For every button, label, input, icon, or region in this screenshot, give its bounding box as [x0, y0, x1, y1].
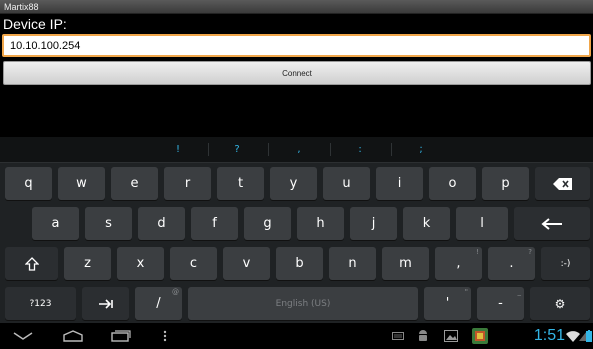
key-j[interactable]: j: [350, 207, 397, 240]
key-y[interactable]: y: [270, 167, 317, 200]
key-period-label: .: [509, 256, 514, 271]
key-slash-hint: @: [172, 288, 179, 296]
key-h[interactable]: h: [297, 207, 344, 240]
key-comma[interactable]: , !: [435, 247, 482, 280]
key-apostrophe-label: ': [445, 296, 450, 311]
recent-apps-icon: [111, 330, 131, 342]
home-button[interactable]: [58, 323, 88, 349]
chevron-down-icon: [13, 332, 33, 340]
gallery-notification-icon: [442, 323, 460, 349]
menu-button[interactable]: [157, 323, 173, 349]
wifi-icon: [566, 323, 580, 349]
key-v[interactable]: v: [223, 247, 270, 280]
key-d[interactable]: d: [138, 207, 185, 240]
key-apostrophe[interactable]: ' ": [424, 287, 471, 320]
home-icon: [63, 330, 83, 342]
key-p[interactable]: p: [482, 167, 529, 200]
status-clock: 1:51: [533, 327, 565, 344]
enter-key[interactable]: [514, 207, 590, 240]
keyboard-settings-key[interactable]: ⚙: [530, 287, 590, 320]
suggestion-divider: [391, 143, 392, 156]
suggestion-divider: [330, 143, 331, 156]
smiley-key[interactable]: :-): [541, 247, 590, 280]
key-i[interactable]: i: [376, 167, 423, 200]
shift-arrow-icon: [24, 256, 39, 271]
key-f[interactable]: f: [191, 207, 238, 240]
key-comma-label: ,: [456, 256, 461, 271]
app-notification-icon: [469, 323, 491, 349]
suggestion-semicolon[interactable]: ;: [401, 137, 441, 162]
suggestion-colon[interactable]: :: [340, 137, 380, 162]
symbols-key[interactable]: ?123: [5, 287, 76, 320]
key-period[interactable]: . ?: [488, 247, 535, 280]
key-b[interactable]: b: [276, 247, 323, 280]
key-t[interactable]: t: [217, 167, 264, 200]
key-dash-label: -: [498, 296, 503, 311]
key-apostrophe-hint: ": [464, 288, 468, 296]
key-k[interactable]: k: [403, 207, 450, 240]
key-l[interactable]: l: [456, 207, 508, 240]
suggestion-divider: [208, 143, 209, 156]
key-e[interactable]: e: [111, 167, 158, 200]
key-w[interactable]: w: [58, 167, 105, 200]
tab-key[interactable]: [82, 287, 129, 320]
app-title: Martix88: [4, 2, 39, 12]
android-debug-icon: [415, 323, 431, 349]
suggestion-strip: ! ? , : ;: [0, 137, 593, 163]
key-g[interactable]: g: [244, 207, 291, 240]
key-c[interactable]: c: [170, 247, 217, 280]
key-slash-label: /: [156, 296, 161, 311]
backspace-key[interactable]: [535, 167, 590, 200]
key-n[interactable]: n: [329, 247, 376, 280]
suggestion-comma[interactable]: ,: [279, 137, 319, 162]
shift-key[interactable]: [5, 247, 58, 280]
backspace-icon: [552, 177, 572, 190]
suggestion-divider: [268, 143, 269, 156]
key-m[interactable]: m: [382, 247, 429, 280]
key-x[interactable]: x: [117, 247, 164, 280]
connect-button[interactable]: Connect: [3, 61, 591, 85]
key-dash[interactable]: - _: [477, 287, 524, 320]
tab-arrow-icon: [98, 298, 113, 309]
suggestion-question[interactable]: ?: [217, 137, 257, 162]
app-title-bar: Martix88: [0, 0, 593, 14]
system-navigation-bar: 1:51: [0, 323, 593, 349]
key-slash[interactable]: / @: [135, 287, 182, 320]
space-key[interactable]: English (US): [188, 287, 418, 320]
key-comma-hint: !: [476, 248, 479, 256]
key-a[interactable]: a: [32, 207, 79, 240]
key-s[interactable]: s: [85, 207, 132, 240]
key-q[interactable]: q: [5, 167, 52, 200]
overflow-menu-icon: [163, 330, 167, 342]
key-o[interactable]: o: [429, 167, 476, 200]
device-ip-label: Device IP:: [3, 16, 67, 32]
enter-arrow-icon: [541, 217, 562, 230]
key-dash-hint: _: [517, 288, 522, 296]
key-u[interactable]: u: [323, 167, 370, 200]
suggestion-exclamation[interactable]: !: [158, 137, 198, 162]
battery-icon: [585, 323, 593, 349]
recent-apps-button[interactable]: [106, 323, 136, 349]
settings-icon: ⚙: [554, 296, 566, 311]
hide-keyboard-button[interactable]: [8, 323, 38, 349]
device-ip-input[interactable]: [2, 34, 591, 57]
soft-keyboard: ! ? , : ; q w e r t y u i o p a s d f g …: [0, 137, 593, 323]
keyboard-notification-icon: [390, 323, 406, 349]
key-r[interactable]: r: [164, 167, 211, 200]
key-period-hint: ?: [528, 248, 532, 256]
key-z[interactable]: z: [64, 247, 111, 280]
